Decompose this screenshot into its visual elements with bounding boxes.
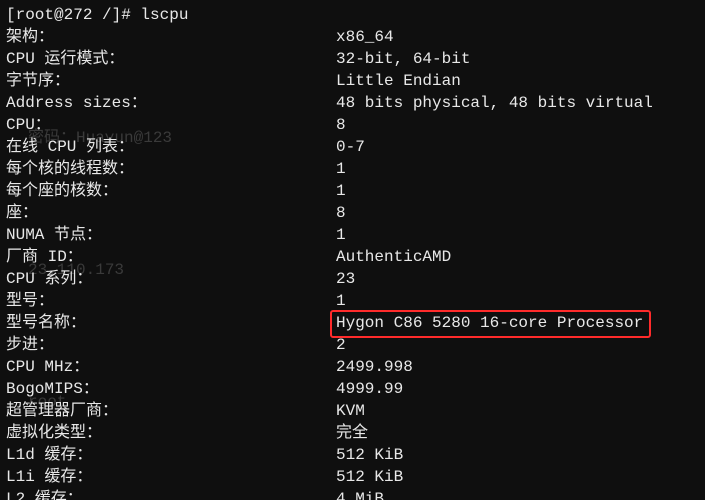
row-label: CPU： — [6, 114, 336, 136]
row-label: 每个核的线程数： — [6, 158, 336, 180]
row-label: 座： — [6, 202, 336, 224]
output-row: CPU 系列：23 — [6, 268, 699, 290]
output-row: L1i 缓存：512 KiB — [6, 466, 699, 488]
output-row: 架构：x86_64 — [6, 26, 699, 48]
row-label: 型号名称： — [6, 312, 336, 334]
row-label: CPU 系列： — [6, 268, 336, 290]
row-value: Hygon C86 5280 16-core Processor — [336, 312, 643, 334]
output-row: 座：8 — [6, 202, 699, 224]
row-value: 0-7 — [336, 136, 365, 158]
output-row: 型号：1 — [6, 290, 699, 312]
row-value: 1 — [336, 290, 346, 312]
row-label: 虚拟化类型： — [6, 422, 336, 444]
row-value: 512 KiB — [336, 466, 403, 488]
output-row: 超管理器厂商：KVM — [6, 400, 699, 422]
row-value: 1 — [336, 180, 346, 202]
output-row: CPU：8 — [6, 114, 699, 136]
row-value: 8 — [336, 202, 346, 224]
row-label: 型号： — [6, 290, 336, 312]
output-row: 型号名称：Hygon C86 5280 16-core Processor — [6, 312, 699, 334]
terminal[interactable]: 密码：Huayun@123 23.110.173 root 银河麒麟高级服务 器… — [0, 0, 705, 500]
row-value: 4 MiB — [336, 488, 384, 500]
row-value: 512 KiB — [336, 444, 403, 466]
row-value: 1 — [336, 158, 346, 180]
output-row: 虚拟化类型：完全 — [6, 422, 699, 444]
row-value: AuthenticAMD — [336, 246, 451, 268]
row-label: 架构： — [6, 26, 336, 48]
row-value: KVM — [336, 400, 365, 422]
row-label: 步进： — [6, 334, 336, 356]
output-row: CPU 运行模式：32-bit, 64-bit — [6, 48, 699, 70]
output-row: 在线 CPU 列表：0-7 — [6, 136, 699, 158]
row-label: 厂商 ID： — [6, 246, 336, 268]
output-row: 每个座的核数：1 — [6, 180, 699, 202]
row-value: 2499.998 — [336, 356, 413, 378]
output-row: 字节序：Little Endian — [6, 70, 699, 92]
row-value: 23 — [336, 268, 355, 290]
row-value: x86_64 — [336, 26, 394, 48]
output-row: 步进：2 — [6, 334, 699, 356]
row-label: 在线 CPU 列表： — [6, 136, 336, 158]
output-row: NUMA 节点：1 — [6, 224, 699, 246]
row-label: 字节序： — [6, 70, 336, 92]
row-label: CPU 运行模式： — [6, 48, 336, 70]
row-value: 32-bit, 64-bit — [336, 48, 470, 70]
row-label: 超管理器厂商： — [6, 400, 336, 422]
row-label: L1i 缓存： — [6, 466, 336, 488]
output-row: CPU MHz：2499.998 — [6, 356, 699, 378]
output-row: Address sizes：48 bits physical, 48 bits … — [6, 92, 699, 114]
lscpu-output: 架构：x86_64CPU 运行模式：32-bit, 64-bit字节序：Litt… — [6, 26, 699, 500]
row-value: 2 — [336, 334, 346, 356]
row-value: 8 — [336, 114, 346, 136]
output-row: L1d 缓存：512 KiB — [6, 444, 699, 466]
row-label: 每个座的核数： — [6, 180, 336, 202]
row-label: L1d 缓存： — [6, 444, 336, 466]
output-row: L2 缓存：4 MiB — [6, 488, 699, 500]
row-value: 完全 — [336, 422, 368, 444]
row-label: BogoMIPS： — [6, 378, 336, 400]
output-row: 每个核的线程数：1 — [6, 158, 699, 180]
row-value: Little Endian — [336, 70, 461, 92]
row-value: 1 — [336, 224, 346, 246]
shell-prompt: [root@272 /]# lscpu — [6, 4, 699, 26]
row-label: NUMA 节点： — [6, 224, 336, 246]
row-label: L2 缓存： — [6, 488, 336, 500]
output-row: 厂商 ID：AuthenticAMD — [6, 246, 699, 268]
row-value: 48 bits physical, 48 bits virtual — [336, 92, 653, 114]
row-label: Address sizes： — [6, 92, 336, 114]
row-value: 4999.99 — [336, 378, 403, 400]
row-label: CPU MHz： — [6, 356, 336, 378]
output-row: BogoMIPS：4999.99 — [6, 378, 699, 400]
